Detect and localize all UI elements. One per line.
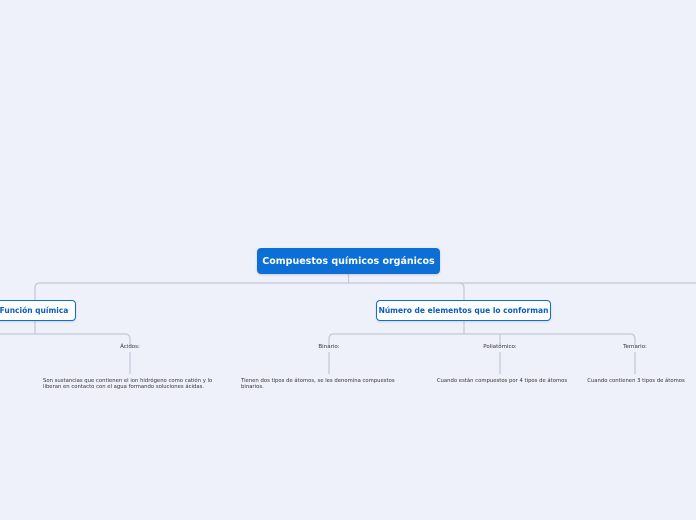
subnode-binario[interactable]: Binario:	[318, 344, 339, 350]
connector-funcion-bar	[0, 333, 131, 346]
connector-numero-bar-left	[328, 333, 464, 346]
subnode-label: Poliatómico:	[483, 344, 517, 350]
leaf-text: Tienen dos tipos de átomos, se les denom…	[241, 378, 395, 390]
leaf-binario-description[interactable]: Tienen dos tipos de átomos, se les denom…	[241, 378, 411, 390]
leaf-text: Cuando contienen 3 tipos de átomos	[587, 378, 685, 384]
subnode-ternario[interactable]: Ternario:	[623, 344, 647, 350]
subnode-label: Ternario:	[623, 344, 647, 350]
subnode-label: Binario:	[318, 344, 340, 350]
branch-node-label: Número de elementos que lo conforman	[378, 306, 549, 315]
connector-root-bar	[34, 282, 696, 300]
leaf-text: Son sustancias que contienen el ion hidr…	[43, 378, 213, 390]
leaf-acidos-description[interactable]: Son sustancias que contienen el ion hidr…	[43, 378, 223, 390]
root-node-label: Compuestos químicos orgánicos	[262, 255, 435, 267]
leaf-text: Cuando están compuestos por 4 tipos de á…	[436, 378, 568, 384]
root-node[interactable]: Compuestos químicos orgánicos	[257, 248, 440, 274]
connector-root-numero	[458, 282, 465, 300]
leaf-poliatomico-description[interactable]: Cuando están compuestos por 4 tipos de á…	[432, 378, 572, 384]
leaf-ternario-description[interactable]: Cuando contienen 3 tipos de átomos	[583, 378, 689, 384]
subnode-poliatomico[interactable]: Poliatómico:	[483, 344, 517, 350]
subnode-label: Ácidos:	[120, 344, 140, 350]
branch-node-numero-elementos[interactable]: Número de elementos que lo conforman	[376, 300, 551, 321]
branch-node-funcion-quimica[interactable]: Función química	[0, 300, 76, 321]
subnode-acidos[interactable]: Ácidos:	[120, 344, 140, 350]
branch-node-label: Función química	[0, 306, 69, 315]
